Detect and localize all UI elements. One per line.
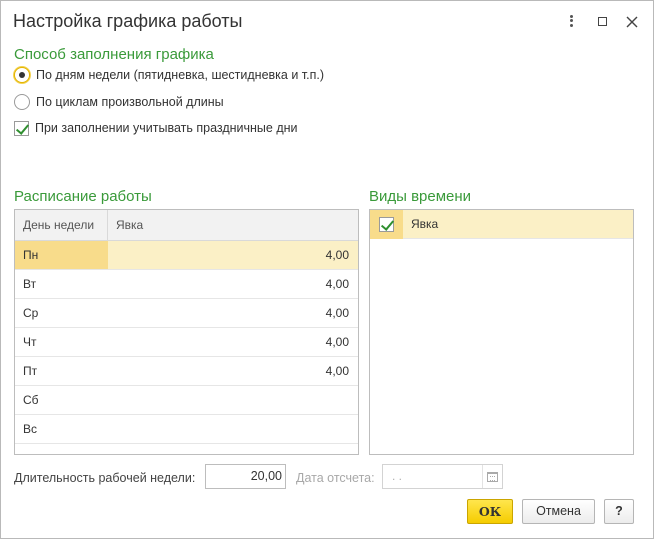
reference-date-label: Дата отсчета: [296, 471, 375, 485]
calendar-icon [487, 471, 498, 482]
week-duration-label: Длительность рабочей недели: [14, 471, 196, 485]
window-title: Настройка графика работы [13, 11, 243, 31]
dialog-window: Настройка графика работы Способ заполнен… [0, 0, 654, 539]
table-row[interactable]: Вс [15, 415, 358, 444]
schedule-table[interactable]: День недели Явка Пн 4,00 Вт 4,00 Ср 4,00… [14, 209, 359, 455]
schedule-title: Расписание работы [14, 188, 152, 205]
row-value[interactable]: 4,00 [108, 357, 358, 385]
schedule-table-header: День недели Явка [15, 210, 358, 241]
row-value[interactable]: 4,00 [108, 270, 358, 298]
row-day: Пт [23, 364, 38, 378]
row-value[interactable]: 4,00 [108, 241, 358, 269]
column-header-value[interactable]: Явка [108, 210, 358, 240]
radio-by-weekdays[interactable] [14, 67, 30, 83]
more-button[interactable] [562, 13, 580, 31]
table-row[interactable]: Пн 4,00 [15, 241, 358, 270]
maximize-button[interactable] [593, 13, 611, 31]
holidays-checkbox-label: При заполнении учитывать праздничные дни [35, 121, 298, 135]
close-button[interactable] [623, 13, 641, 31]
row-day: Ср [23, 306, 39, 320]
time-type-label: Явка [411, 217, 439, 231]
time-types-list[interactable]: Явка [369, 209, 634, 455]
table-row[interactable]: Чт 4,00 [15, 328, 358, 357]
time-type-checkbox[interactable] [379, 216, 394, 232]
week-duration-field[interactable]: 20,00 [205, 464, 286, 489]
table-row[interactable]: Вт 4,00 [15, 270, 358, 299]
close-icon [626, 16, 638, 28]
table-row[interactable]: Сб [15, 386, 358, 415]
time-types-title: Виды времени [369, 188, 472, 205]
list-item[interactable]: Явка [370, 209, 633, 239]
option-by-weekdays-label: По дням недели (пятидневка, шестидневка … [36, 68, 325, 82]
row-value[interactable]: 4,00 [108, 299, 358, 327]
row-value[interactable] [108, 415, 358, 443]
table-row[interactable]: Ср 4,00 [15, 299, 358, 328]
table-row[interactable]: Пт 4,00 [15, 357, 358, 386]
reference-date-field[interactable]: . . [382, 464, 503, 489]
ok-button[interactable]: ОК [467, 499, 513, 524]
row-day: Вс [23, 422, 38, 436]
cancel-button[interactable]: Отмена [522, 499, 595, 524]
row-day: Чт [23, 335, 37, 349]
radio-by-cycles[interactable] [14, 94, 30, 110]
reference-date-value[interactable]: . . [383, 465, 482, 488]
option-by-cycles[interactable]: По циклам произвольной длины [14, 92, 224, 112]
option-by-weekdays[interactable]: По дням недели (пятидневка, шестидневка … [14, 65, 324, 85]
row-day: Вт [23, 277, 37, 291]
row-day: Пн [15, 241, 108, 269]
list-item-check-cell [370, 209, 403, 239]
holidays-checkbox[interactable] [14, 120, 29, 136]
row-day: Сб [23, 393, 39, 407]
column-header-day[interactable]: День недели [15, 210, 108, 240]
maximize-icon [597, 17, 607, 26]
fill-method-title: Способ заполнения графика [14, 46, 214, 63]
vertical-dots-icon [569, 13, 573, 28]
option-by-cycles-label: По циклам произвольной длины [36, 95, 224, 109]
help-button[interactable]: ? [604, 499, 634, 524]
calendar-button[interactable] [482, 465, 502, 488]
holidays-option[interactable]: При заполнении учитывать праздничные дни [14, 118, 298, 138]
row-value[interactable] [108, 386, 358, 414]
row-value[interactable]: 4,00 [108, 328, 358, 356]
